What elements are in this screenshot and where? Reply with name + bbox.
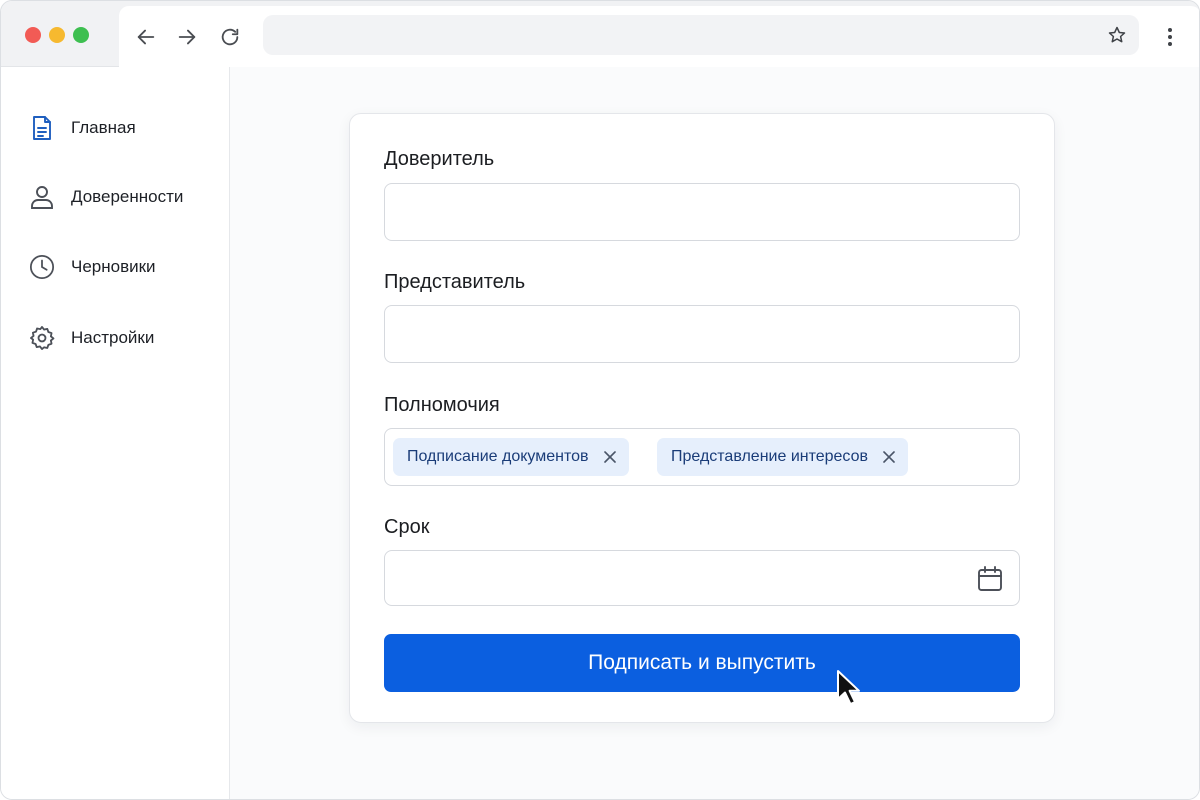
chip-label: Представление интересов	[671, 448, 869, 465]
forward-button[interactable]	[174, 24, 200, 50]
document-icon	[29, 115, 55, 141]
sign-and-issue-button[interactable]: Подписать и выпустить	[384, 634, 1020, 692]
arrow-left-icon	[137, 29, 155, 45]
window-controls	[25, 27, 89, 43]
term-date-input[interactable]	[384, 550, 1020, 606]
sidebar-item-label: Доверенности	[71, 187, 184, 206]
powers-chip[interactable]: Подписание документов	[393, 438, 629, 476]
browser-toolbar	[1, 1, 1199, 67]
powers-multiselect[interactable]: Подписание документов Представление инте…	[384, 428, 1020, 486]
calendar-icon	[978, 566, 1002, 591]
sidebar-item-powers-of-attorney[interactable]: Доверенности	[29, 182, 183, 212]
close-icon[interactable]	[603, 450, 617, 464]
arrow-right-icon	[178, 29, 196, 45]
maximize-window-button[interactable]	[73, 27, 89, 43]
sidebar-item-label: Настройки	[71, 328, 155, 347]
reload-button[interactable]	[217, 24, 243, 50]
main-content: Доверитель Представитель Полномочия Подп…	[230, 67, 1199, 799]
power-of-attorney-form: Доверитель Представитель Полномочия Подп…	[349, 113, 1055, 723]
browser-menu-button[interactable]	[1157, 24, 1183, 50]
reload-icon	[221, 28, 239, 46]
sidebar: Главная Доверенности Черновики Настройки	[1, 67, 230, 799]
representative-label: Представитель	[384, 271, 526, 293]
representative-input[interactable]	[384, 305, 1020, 363]
sidebar-item-drafts[interactable]: Черновики	[29, 252, 156, 282]
close-icon[interactable]	[882, 450, 896, 464]
kebab-menu-icon	[1168, 28, 1172, 46]
back-button[interactable]	[133, 24, 159, 50]
calendar-button[interactable]	[975, 564, 1005, 594]
sidebar-item-home[interactable]: Главная	[29, 113, 136, 143]
user-icon	[29, 184, 55, 210]
principal-label: Доверитель	[384, 148, 495, 170]
bookmark-button[interactable]	[1105, 23, 1129, 47]
chip-label: Подписание документов	[407, 448, 589, 465]
close-window-button[interactable]	[25, 27, 41, 43]
principal-input[interactable]	[384, 183, 1020, 241]
minimize-window-button[interactable]	[49, 27, 65, 43]
sidebar-item-settings[interactable]: Настройки	[29, 323, 154, 353]
powers-chip[interactable]: Представление интересов	[657, 438, 909, 476]
gear-icon	[29, 325, 55, 351]
navigation-bar	[119, 6, 1199, 67]
sidebar-item-label: Черновики	[71, 257, 156, 276]
term-label: Срок	[384, 516, 430, 538]
sidebar-item-label: Главная	[71, 118, 136, 137]
powers-label: Полномочия	[384, 394, 500, 416]
star-icon	[1108, 26, 1126, 43]
clock-icon	[29, 254, 55, 280]
browser-window: Главная Доверенности Черновики Настройки…	[0, 0, 1200, 800]
address-bar[interactable]	[263, 15, 1139, 55]
